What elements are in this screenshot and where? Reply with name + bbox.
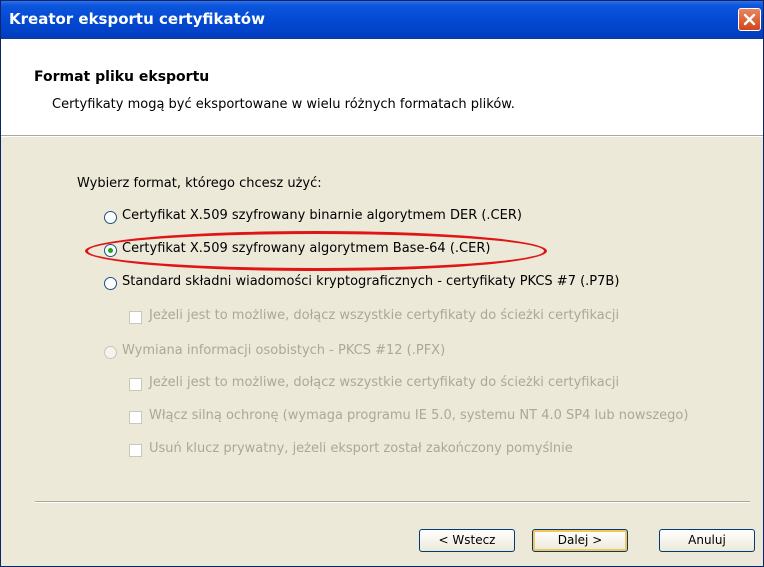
radio-pkcs7[interactable] [104, 277, 117, 290]
header-divider [1, 135, 763, 137]
checkbox-include-chain-p7b[interactable] [129, 311, 142, 324]
option-pfx-label: Wymiana informacji osobistych - PKCS #12… [122, 343, 446, 358]
page-title: Format pliku eksportu [34, 69, 210, 85]
format-prompt: Wybierz format, którego chcesz użyć: [77, 176, 322, 191]
page-subtitle: Certyfikaty mogą być eksportowane w wiel… [52, 97, 515, 112]
checkbox-strong-protection-label: Włącz silną ochronę (wymaga programu IE … [149, 408, 689, 423]
checkbox-strong-protection[interactable] [129, 411, 142, 424]
header-panel [1, 39, 763, 135]
checkbox-delete-private-key-label: Usuń klucz prywatny, jeżeli eksport zost… [149, 441, 573, 456]
footer-divider [35, 501, 750, 503]
checkbox-include-chain-p7b-label: Jeżeli jest to możliwe, dołącz wszystkie… [149, 308, 620, 323]
cancel-button[interactable]: Anuluj [659, 529, 755, 552]
next-button[interactable]: Dalej > [532, 529, 628, 552]
window-title: Kreator eksportu certyfikatów [9, 10, 265, 28]
radio-der[interactable] [104, 211, 117, 224]
title-bar[interactable]: Kreator eksportu certyfikatów [1, 1, 763, 39]
export-wizard-window: Kreator eksportu certyfikatów Format pli… [0, 0, 764, 567]
radio-pfx[interactable] [104, 346, 117, 359]
option-base64-label[interactable]: Certyfikat X.509 szyfrowany algorytmem B… [122, 241, 490, 256]
option-pkcs7-label[interactable]: Standard składni wiadomości kryptografic… [122, 274, 619, 289]
back-button[interactable]: < Wstecz [419, 529, 515, 552]
checkbox-delete-private-key[interactable] [129, 444, 142, 457]
close-button[interactable] [738, 8, 761, 31]
checkbox-include-chain-pfx[interactable] [129, 378, 142, 391]
radio-base64[interactable] [104, 244, 117, 257]
radio-selected-dot [108, 248, 113, 253]
option-der-label[interactable]: Certyfikat X.509 szyfrowany binarnie alg… [122, 208, 522, 223]
checkbox-include-chain-pfx-label: Jeżeli jest to możliwe, dołącz wszystkie… [149, 375, 620, 390]
